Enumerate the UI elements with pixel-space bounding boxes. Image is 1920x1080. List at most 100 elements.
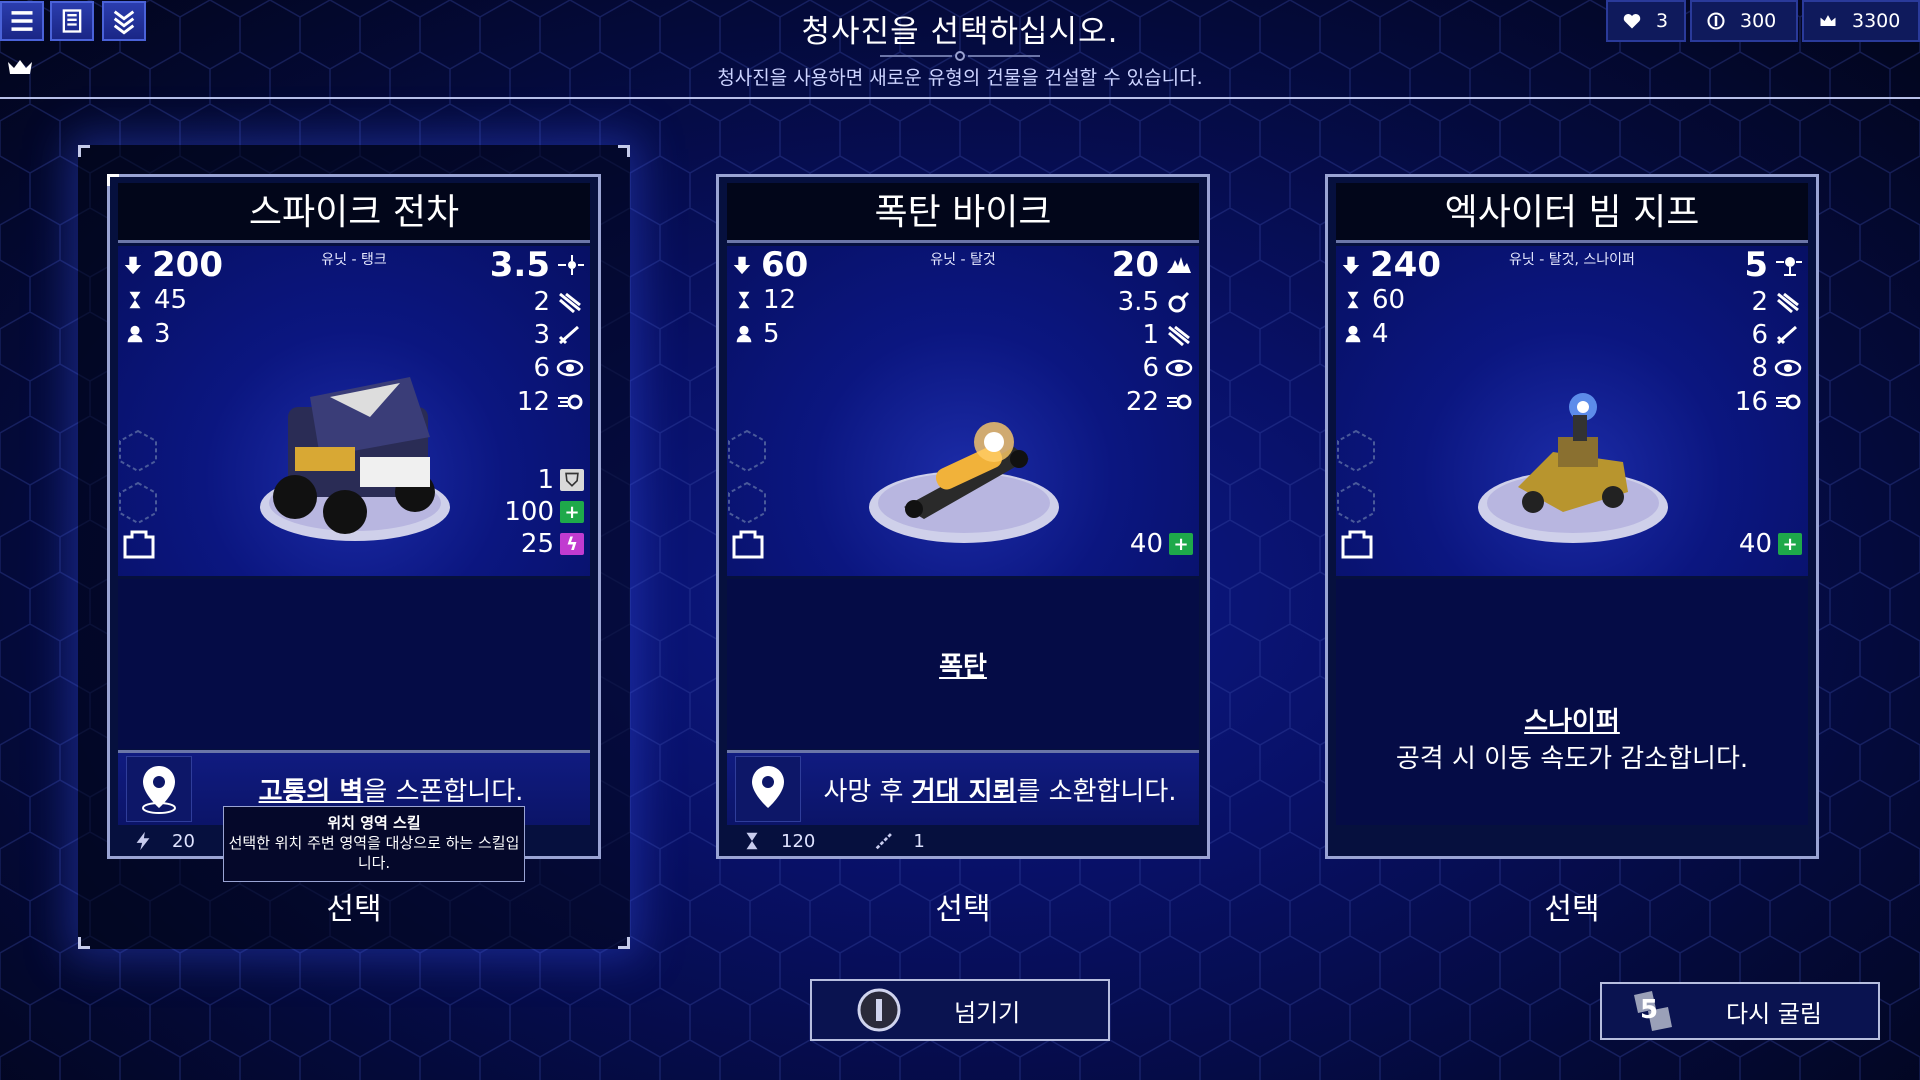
blueprint-card-spike-tank[interactable]: 스파이크 전차 유닛 - 탱크 200 45 3 3.5 2 3 6 12 1 … bbox=[107, 174, 601, 859]
range-value: 16 bbox=[1734, 387, 1768, 417]
attack-value: 60 bbox=[761, 245, 809, 285]
stat2: 2 bbox=[533, 287, 584, 317]
ability-prefix: 사망 후 bbox=[823, 776, 912, 807]
coins-value: 300 bbox=[1740, 10, 1777, 32]
card-description: 스나이퍼 공격 시 이동 속도가 감소합니다. bbox=[1336, 579, 1808, 825]
page-subtitle: 청사진을 사용하면 새로운 유형의 건물을 건설할 수 있습니다. bbox=[717, 67, 1203, 89]
energy-stat: 25 ϟ bbox=[521, 529, 584, 559]
building-icon bbox=[732, 530, 764, 559]
blades-icon bbox=[559, 292, 581, 314]
card-description bbox=[118, 579, 590, 749]
health-value: 40 bbox=[1738, 529, 1772, 559]
reroll-button[interactable]: 5 다시 굴림 bbox=[1600, 982, 1880, 1040]
person-icon bbox=[1345, 325, 1361, 343]
stat2-value: 3.5 bbox=[1117, 287, 1159, 317]
building-icon bbox=[1341, 530, 1373, 559]
cooldown-stat: 12 bbox=[733, 285, 796, 315]
skip-label: 넘기기 bbox=[954, 998, 1021, 1027]
count-value: 3 bbox=[154, 319, 171, 349]
range-stat: 16 bbox=[1735, 387, 1802, 417]
skill-tooltip: 위치 영역 스킬 선택한 위치 주변 영역을 대상으로 하는 스킬입니다. bbox=[223, 806, 525, 882]
range-icon bbox=[1167, 394, 1192, 410]
count-stat: 4 bbox=[1342, 319, 1389, 349]
card-ability[interactable]: 사망 후 거대 지뢰를 소환합니다. bbox=[727, 750, 1199, 825]
blueprint-card-beam-jeep[interactable]: 엑사이터 빔 지프 유닛 - 탈것, 스나이퍼 240 60 4 5 2 6 8… bbox=[1325, 174, 1819, 859]
card-title: 엑사이터 빔 지프 bbox=[1336, 183, 1808, 243]
empty-slot-icon bbox=[1337, 481, 1375, 525]
description-title[interactable]: 폭탄 bbox=[939, 646, 987, 683]
location-ability-icon[interactable] bbox=[735, 756, 801, 822]
empty-slot-icon bbox=[728, 481, 766, 525]
vision-value: 6 bbox=[1142, 353, 1159, 383]
select-button-3[interactable]: 선택 bbox=[1325, 884, 1819, 928]
blueprint-card-bomb-bike[interactable]: 폭탄 바이크 유닛 - 탈것 60 12 5 20 3.5 1 6 22 40 … bbox=[716, 174, 1210, 859]
health-plus-icon: + bbox=[560, 501, 584, 523]
hourglass-icon bbox=[738, 291, 750, 309]
empty-slot-icon bbox=[728, 429, 766, 473]
cooldown-stat: 60 bbox=[1342, 285, 1405, 315]
range-icon bbox=[1776, 394, 1801, 410]
health-stat: 100 + bbox=[504, 497, 584, 527]
attack-icon bbox=[124, 256, 142, 275]
ability-text: 고통의 벽을 스폰합니다. bbox=[192, 771, 590, 808]
health-value: 40 bbox=[1129, 529, 1163, 559]
armor-value: 1 bbox=[537, 465, 554, 495]
uses-icon bbox=[876, 832, 893, 850]
select-button-1[interactable]: 선택 bbox=[107, 884, 601, 928]
hourglass-icon bbox=[129, 291, 141, 309]
stat2-value: 2 bbox=[533, 287, 550, 317]
eye-icon bbox=[1165, 359, 1193, 377]
ability-keyword[interactable]: 거대 지뢰 bbox=[912, 777, 1017, 807]
person-icon bbox=[736, 325, 752, 343]
range-stat: 22 bbox=[1126, 387, 1193, 417]
empty-slot-icon bbox=[1337, 429, 1375, 473]
lives-value: 3 bbox=[1656, 10, 1669, 32]
map-pin-icon bbox=[752, 766, 784, 808]
health-plus-icon: + bbox=[1169, 533, 1193, 555]
vision-stat: 8 bbox=[1751, 353, 1802, 383]
coins-counter: 300 bbox=[1690, 0, 1798, 42]
vision-stat: 6 bbox=[533, 353, 584, 383]
tooltip-title: 위치 영역 스킬 bbox=[327, 814, 421, 832]
location-ability-icon[interactable] bbox=[126, 756, 192, 822]
card-title: 폭탄 바이크 bbox=[727, 183, 1199, 243]
crowns-value: 3300 bbox=[1852, 10, 1901, 32]
ability-uses-value: 1 bbox=[913, 830, 925, 852]
health-plus-icon: + bbox=[1778, 533, 1802, 555]
stat3-value: 1 bbox=[1142, 320, 1159, 350]
card-description: 폭탄 bbox=[727, 579, 1199, 749]
beam-icon bbox=[1776, 257, 1802, 276]
empty-slot-icon bbox=[119, 481, 157, 525]
title-divider bbox=[880, 51, 1040, 61]
description-text: 공격 시 이동 속도가 감소합니다. bbox=[1395, 744, 1749, 774]
skip-button[interactable]: 넘기기 bbox=[810, 979, 1110, 1041]
building-icon bbox=[123, 530, 155, 559]
header-divider bbox=[0, 97, 1920, 99]
description-title[interactable]: 스나이퍼 bbox=[1524, 701, 1620, 738]
stat2: 2 bbox=[1751, 287, 1802, 317]
stat3: 6 bbox=[1751, 320, 1802, 350]
speed-stat: 5 bbox=[1744, 245, 1802, 285]
range-value: 22 bbox=[1125, 387, 1159, 417]
cooldown-stat: 45 bbox=[124, 285, 187, 315]
stat2: 3.5 bbox=[1118, 287, 1193, 317]
armor-stat: 1 ⛉ bbox=[537, 465, 584, 495]
cooldown-value: 45 bbox=[154, 285, 188, 315]
frame-corner bbox=[78, 937, 90, 949]
vision-stat: 6 bbox=[1142, 353, 1193, 383]
ability-keyword[interactable]: 고통의 벽 bbox=[259, 777, 364, 807]
vision-value: 8 bbox=[1751, 353, 1768, 383]
attack-icon bbox=[1342, 256, 1360, 275]
health-stat: 40 + bbox=[1739, 529, 1802, 559]
attack-value: 200 bbox=[152, 245, 223, 285]
ability-footer: 120 1 bbox=[727, 825, 1199, 857]
stat2-value: 2 bbox=[1751, 287, 1768, 317]
reroll-label: 다시 굴림 bbox=[1726, 999, 1822, 1028]
attack-value: 240 bbox=[1370, 245, 1441, 285]
count-value: 5 bbox=[763, 319, 780, 349]
stat3-value: 6 bbox=[1751, 320, 1768, 350]
coin-icon bbox=[1707, 12, 1725, 30]
ability-energy-value: 20 bbox=[172, 830, 195, 852]
attack-stat: 200 bbox=[122, 245, 223, 285]
select-button-2[interactable]: 선택 bbox=[716, 884, 1210, 928]
